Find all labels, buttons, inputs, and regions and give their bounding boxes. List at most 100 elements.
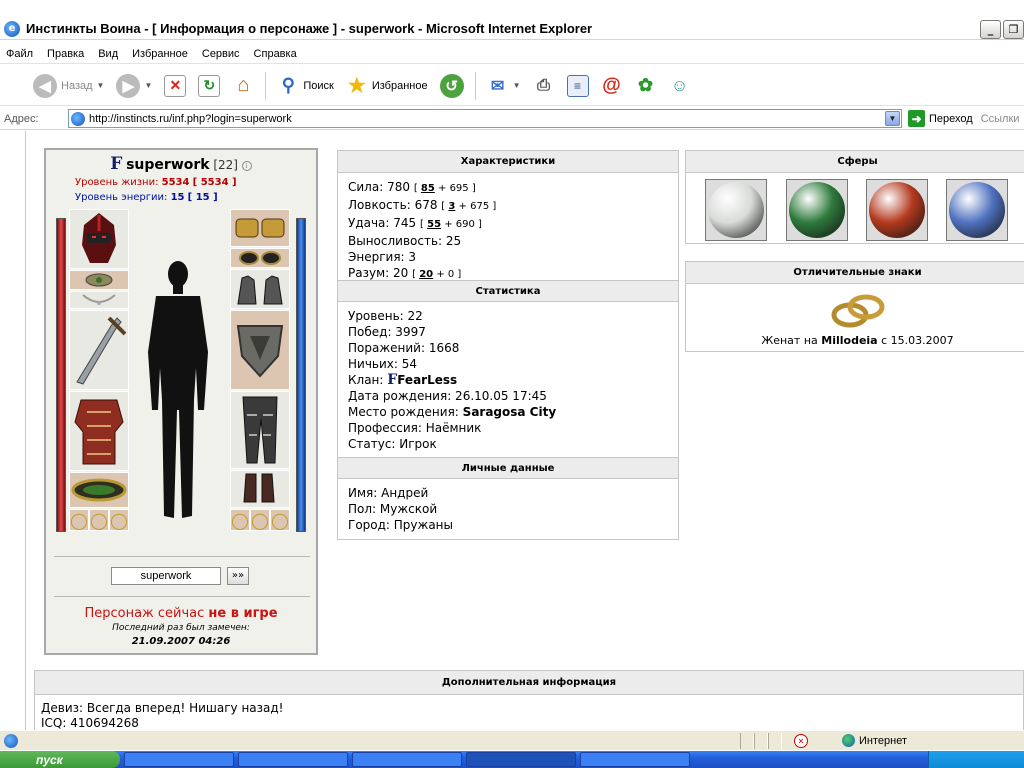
ring-slot-3[interactable]: ◯ xyxy=(109,509,129,531)
additional-info-header: Дополнительная информация xyxy=(35,671,1023,695)
leggings-slot[interactable] xyxy=(230,391,290,469)
earrings-slot[interactable] xyxy=(230,248,290,268)
icq-button[interactable]: ✿ xyxy=(632,71,660,101)
window-titlebar: e Инстинкты Воина - [ Информация о персо… xyxy=(0,18,1024,40)
stat-status: Статус: Игрок xyxy=(348,437,437,451)
ring-slot-6[interactable]: ◯ xyxy=(270,509,290,531)
energy-line: Уровень энергии: 15 [ 15 ] xyxy=(75,192,218,203)
at-button[interactable]: @ xyxy=(598,71,626,101)
agility-base: + 675 xyxy=(458,201,490,212)
menu-file[interactable]: Файл xyxy=(6,48,33,60)
mail-button[interactable]: ✉ ▼ xyxy=(484,71,524,101)
shield-slot[interactable] xyxy=(230,310,290,390)
search-button[interactable]: ⚲ Поиск xyxy=(274,71,336,101)
favorites-button[interactable]: ★ Избранное xyxy=(343,71,431,101)
history-button[interactable]: ↺ xyxy=(437,71,467,101)
menu-favorites[interactable]: Избранное xyxy=(132,48,188,60)
print-button[interactable]: ⎙ xyxy=(530,71,558,101)
character-level: [22] xyxy=(213,158,238,172)
refresh-button[interactable]: ↻ xyxy=(195,71,223,101)
home-icon: ⌂ xyxy=(237,74,250,96)
necklace-slot[interactable] xyxy=(69,291,129,309)
belt-slot[interactable] xyxy=(69,472,129,508)
amulet-slot[interactable] xyxy=(69,270,129,290)
maximize-button[interactable]: ❐ xyxy=(1003,20,1024,39)
links-label[interactable]: Ссылки xyxy=(981,113,1020,125)
status-bar: ✕ Интернет xyxy=(0,730,1024,750)
character-lookup-button[interactable]: »» xyxy=(227,567,249,585)
divider xyxy=(54,556,310,557)
marriage-caption: Женат на Millodeia с 15.03.2007 xyxy=(686,334,1024,347)
weapon-slot[interactable] xyxy=(69,310,129,390)
start-button[interactable]: пуск xyxy=(0,751,120,768)
luck-label: Удача: xyxy=(348,216,390,230)
character-heading: F superwork [22] i xyxy=(46,154,316,174)
boots-slot[interactable] xyxy=(230,470,290,508)
go-button[interactable]: ➜ Переход xyxy=(908,110,973,127)
additional-info-body: Девиз: Всегда вперед! Нишагу назад! ICQ:… xyxy=(35,695,1023,730)
personal-body: Имя: Андрей Пол: Мужской Город: Пружаны xyxy=(338,479,678,539)
clan-name[interactable]: FearLess xyxy=(397,373,457,387)
helmet-slot[interactable] xyxy=(69,209,129,269)
history-icon: ↺ xyxy=(439,73,464,98)
taskbar-item-active[interactable] xyxy=(466,752,576,767)
stop-button[interactable]: ✕ xyxy=(161,71,189,101)
address-input[interactable]: http://instincts.ru/inf.php?login=superw… xyxy=(68,109,902,128)
stat-losses: Поражений: 1668 xyxy=(348,341,460,355)
messenger-button[interactable]: ☺ xyxy=(666,71,694,101)
sphere-slot-2[interactable] xyxy=(786,179,848,241)
taskbar-item[interactable] xyxy=(580,752,690,767)
additional-info-panel: Дополнительная информация Девиз: Всегда … xyxy=(34,670,1024,730)
toolbar: ◀ Назад ▼ ▶ ▼ ✕ ↻ ⌂ ⚲ Поиск ★ Избранное … xyxy=(0,66,1024,106)
birthplace-label: Место рождения: xyxy=(348,405,459,419)
info-icon[interactable]: i xyxy=(241,160,252,171)
hp-value: 5534 xyxy=(161,177,190,188)
menu-tools[interactable]: Сервис xyxy=(202,48,240,60)
taskbar-item[interactable] xyxy=(238,752,348,767)
dropdown-arrow-icon: ▼ xyxy=(96,81,105,90)
ring-slot-5[interactable]: ◯ xyxy=(250,509,270,531)
gloves-slot[interactable] xyxy=(230,269,290,309)
taskbar-item[interactable] xyxy=(352,752,462,767)
icq: ICQ: 410694268 xyxy=(41,716,139,730)
toolbar-separator xyxy=(474,71,476,100)
armor-slot[interactable] xyxy=(69,391,129,471)
mind-total: 20 xyxy=(393,266,409,280)
spouse-name[interactable]: Millodeia xyxy=(821,334,877,347)
gloves-icon xyxy=(237,275,283,305)
menu-help[interactable]: Справка xyxy=(254,48,297,60)
status-cell xyxy=(768,733,782,749)
ring-icon: ◯ xyxy=(251,510,269,530)
taskbar-item[interactable] xyxy=(124,752,234,767)
ring-slot-2[interactable]: ◯ xyxy=(89,509,109,531)
character-lookup-input[interactable]: superwork xyxy=(111,567,221,585)
taskbar: пуск xyxy=(0,751,1024,768)
at-sign-icon: @ xyxy=(602,74,621,96)
back-label: Назад xyxy=(61,79,93,92)
menu-view[interactable]: Вид xyxy=(98,48,118,60)
home-button[interactable]: ⌂ xyxy=(229,71,257,101)
sphere-slot-4[interactable] xyxy=(946,179,1008,241)
sphere-slot-3[interactable] xyxy=(866,179,928,241)
sphere-slot-1[interactable] xyxy=(705,179,767,241)
popup-blocker-icon[interactable]: ✕ xyxy=(794,734,808,748)
energy-label: Уровень энергии: xyxy=(75,192,168,203)
luck-bonus: 55 xyxy=(427,219,442,230)
ring-slot-1[interactable]: ◯ xyxy=(69,509,89,531)
strength-bonus: 85 xyxy=(420,183,435,194)
window-title: Инстинкты Воина - [ Информация о персона… xyxy=(26,21,593,36)
page-icon xyxy=(71,111,85,126)
helmet-icon xyxy=(82,213,116,263)
bracers-slot[interactable] xyxy=(230,209,290,247)
status-cells xyxy=(740,733,782,749)
amulet-icon xyxy=(85,273,113,287)
address-url: http://instincts.ru/inf.php?login=superw… xyxy=(89,112,292,125)
hp-max: [ 5534 ] xyxy=(192,177,237,188)
minimize-button[interactable]: _ xyxy=(980,20,1001,39)
back-button[interactable]: ◀ Назад ▼ xyxy=(30,71,107,101)
menu-edit[interactable]: Правка xyxy=(47,48,84,60)
edit-button[interactable]: ≡ xyxy=(564,71,592,101)
forward-button[interactable]: ▶ ▼ xyxy=(113,71,155,101)
chevron-down-icon[interactable]: ▼ xyxy=(885,111,900,126)
ring-slot-4[interactable]: ◯ xyxy=(230,509,250,531)
